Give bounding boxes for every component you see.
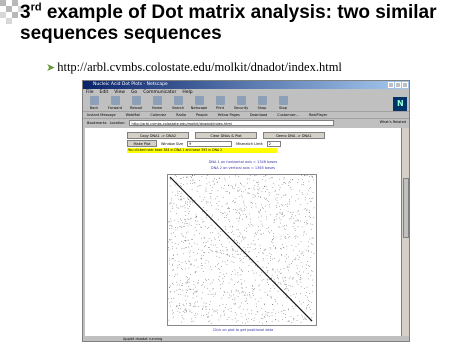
stop-icon — [278, 96, 288, 105]
dot-plot[interactable] — [167, 174, 317, 326]
status-bar: Applet dnadot running — [83, 336, 409, 341]
shop-icon — [257, 96, 267, 105]
personal-webmail[interactable]: WebMail — [126, 112, 141, 118]
personal-toolbar: Instant Message WebMail Calendar Radio P… — [83, 112, 409, 119]
search-icon — [173, 96, 183, 105]
demo-dna-button[interactable]: Demo DNA -> DNA1 — [263, 132, 325, 139]
slide-bullet: ➤ http://arbl.cvmbs.colostate.edu/molkit/… — [46, 60, 342, 75]
netscape-icon — [194, 96, 204, 105]
personal-instant-message[interactable]: Instant Message — [87, 112, 116, 118]
menu-communicator[interactable]: Communicator — [143, 89, 176, 96]
home-button[interactable]: Home — [150, 96, 164, 111]
personal-realplayer[interactable]: RealPlayer — [309, 112, 327, 118]
applet-parameter-row: Make Plot Window Size 9 Mismatch Limit 2 — [127, 140, 281, 147]
vertical-scrollbar[interactable] — [401, 128, 409, 336]
window-controls — [388, 82, 408, 88]
stop-button[interactable]: Stop — [276, 96, 290, 111]
page-content: Copy DNA1 -> DNA2 Clear DNAs & Plot Demo… — [85, 128, 401, 336]
menu-file[interactable]: File — [86, 89, 94, 96]
personal-customize[interactable]: Customize... — [277, 112, 299, 118]
netscape-logo-icon — [393, 97, 407, 111]
copy-dna-button[interactable]: Copy DNA1 -> DNA2 — [127, 132, 189, 139]
scrollbar-thumb[interactable] — [403, 178, 409, 238]
location-label: Location: — [109, 121, 126, 125]
print-icon — [215, 96, 225, 105]
menu-go[interactable]: Go — [131, 89, 137, 96]
forward-icon — [110, 96, 120, 105]
dna2-info: DNA 2 on vertical axis = 1365 bases — [210, 166, 276, 170]
menu-edit[interactable]: Edit — [100, 89, 109, 96]
bullet-arrow-icon: ➤ — [46, 62, 56, 74]
dna1-info: DNA 1 on horizontal axis = 1346 bases — [208, 160, 278, 164]
whats-related-button[interactable]: What's Related — [380, 120, 406, 124]
back-button[interactable]: Back — [87, 96, 101, 111]
personal-download[interactable]: Download — [250, 112, 267, 118]
personal-yellow-pages[interactable]: Yellow Pages — [218, 112, 240, 118]
menu-bar: File Edit View Go Communicator Help — [83, 89, 409, 96]
browser-window: Nucleic Acid Dot Plots - Netscape File E… — [82, 80, 410, 342]
title-superscript: rd — [30, 1, 42, 14]
menu-view[interactable]: View — [114, 89, 125, 96]
security-icon — [236, 96, 246, 105]
bullet-url-text: http://arbl.cvmbs.colostate.edu/molkit/d… — [57, 60, 342, 74]
location-bar: Bookmarks Location: http://arbl.cvmbs.co… — [83, 119, 409, 127]
menu-help[interactable]: Help — [182, 89, 192, 96]
maximize-icon[interactable] — [395, 82, 401, 88]
reload-button[interactable]: Reload — [129, 96, 143, 111]
reload-icon — [131, 96, 141, 105]
clear-dnas-button[interactable]: Clear DNAs & Plot — [195, 132, 257, 139]
window-size-label: Window Size — [161, 141, 184, 146]
diagonal-match-line — [169, 176, 313, 322]
mismatch-limit-label: Mismatch Limit — [236, 141, 263, 146]
navigation-toolbar: Back Forward Reload Home Search Netscape… — [83, 96, 409, 112]
plot-hint: Click on plot to get positional data — [212, 328, 274, 332]
minimize-icon[interactable] — [388, 82, 394, 88]
browser-titlebar: Nucleic Acid Dot Plots - Netscape — [83, 81, 409, 89]
location-input[interactable]: http://arbl.cvmbs.colostate.edu/molkit/d… — [128, 120, 334, 126]
back-icon — [89, 96, 99, 105]
close-icon[interactable] — [402, 82, 408, 88]
security-button[interactable]: Security — [234, 96, 248, 111]
home-icon — [152, 96, 162, 105]
window-title: Nucleic Acid Dot Plots - Netscape — [93, 82, 168, 87]
personal-radio[interactable]: Radio — [176, 112, 186, 118]
applet-button-row: Copy DNA1 -> DNA2 Clear DNAs & Plot Demo… — [127, 132, 325, 139]
bookmarks-button[interactable]: Bookmarks — [87, 121, 107, 125]
print-button[interactable]: Print — [213, 96, 227, 111]
make-plot-button[interactable]: Make Plot — [127, 140, 157, 147]
mismatch-limit-input[interactable]: 2 — [266, 140, 281, 147]
search-button[interactable]: Search — [171, 96, 185, 111]
forward-button[interactable]: Forward — [108, 96, 122, 111]
shop-button[interactable]: Shop — [255, 96, 269, 111]
personal-calendar[interactable]: Calendar — [150, 112, 166, 118]
netscape-button[interactable]: Netscape — [191, 96, 207, 111]
slide-title: 3rd example of Dot matrix analysis: two … — [20, 1, 437, 44]
click-message: You clicked near base 384 in DNA 1 and b… — [127, 148, 277, 153]
personal-people[interactable]: People — [196, 112, 208, 118]
window-size-input[interactable]: 9 — [187, 140, 233, 147]
